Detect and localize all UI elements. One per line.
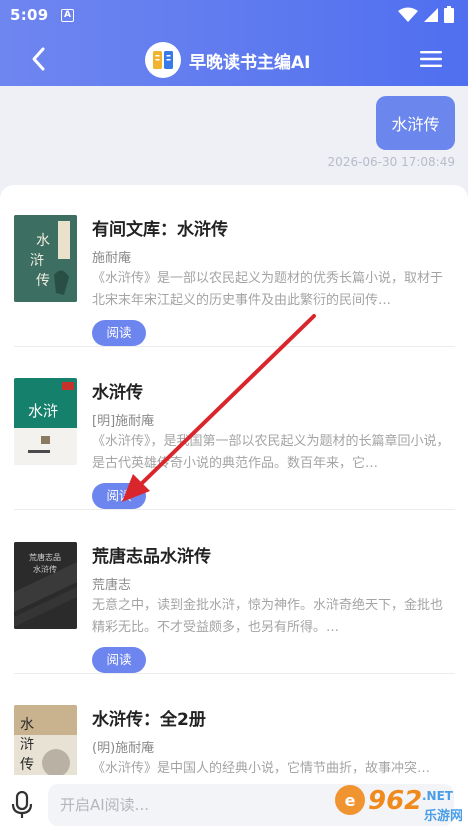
user-message-bubble: 水浒传: [376, 96, 455, 150]
svg-text:传: 传: [20, 757, 34, 773]
watermark-number: 962: [368, 786, 422, 816]
read-button[interactable]: 阅读: [92, 647, 146, 673]
book-cover-image[interactable]: 水浒: [14, 378, 77, 465]
read-button[interactable]: 阅读: [92, 483, 146, 509]
app-logo-icon: [145, 42, 181, 78]
book-cover-image[interactable]: 水 浒 传: [14, 705, 77, 785]
wifi-icon: [398, 7, 418, 22]
notification-a-icon: A: [61, 9, 74, 22]
book-author: 施耐庵: [92, 251, 132, 266]
book-title[interactable]: 水浒传: [92, 378, 143, 403]
header-bar: 5:09 A 早晚读书主编AI: [0, 0, 468, 86]
results-card: 水 浒 传 有间文库：水浒传 施耐庵 《水浒传》是一部以农民起义为题材的优秀长篇…: [0, 185, 468, 785]
signal-icon: [424, 7, 438, 22]
svg-text:水: 水: [20, 717, 34, 733]
read-button[interactable]: 阅读: [92, 320, 146, 346]
watermark-suffix: .NET: [422, 789, 454, 803]
nav-row: 早晚读书主编AI: [0, 36, 468, 84]
status-time: 5:09: [10, 6, 49, 24]
book-title[interactable]: 有间文库：水浒传: [92, 215, 228, 240]
status-icons: [398, 6, 454, 23]
status-bar: 5:09 A: [0, 0, 468, 32]
svg-text:e: e: [345, 791, 356, 810]
book-description: 《水浒传》是一部以农民起义为题材的优秀长篇小说，取材于北宋末年宋江起义的历史事件…: [92, 271, 444, 308]
svg-text:浒: 浒: [20, 737, 34, 753]
book-cover-image[interactable]: 水 浒 传: [14, 215, 77, 302]
book-title[interactable]: 荒唐志品水浒传: [92, 542, 211, 567]
book-author: 荒唐志: [92, 578, 132, 593]
book-author: (明)施耐庵: [92, 741, 155, 756]
chat-area: 水浒传 2026-06-30 17:08:49: [0, 86, 468, 186]
book-author: [明]施耐庵: [92, 414, 155, 429]
page-title: 早晚读书主编AI: [189, 52, 311, 73]
battery-icon: [444, 6, 454, 23]
svg-text:传: 传: [36, 273, 50, 289]
back-arrow-icon[interactable]: [26, 46, 52, 72]
book-title[interactable]: 水浒传：全2册: [92, 705, 206, 730]
svg-text:浒: 浒: [30, 253, 44, 269]
message-timestamp: 2026-06-30 17:08:49: [327, 155, 455, 169]
book-description: 《水浒传》，是我国第一部以农民起义为题材的长篇章回小说，是古代英雄传奇小说的典范…: [92, 434, 450, 471]
hamburger-menu-icon[interactable]: [420, 50, 442, 68]
list-item[interactable]: 水 浒 传 水浒传：全2册 (明)施耐庵 《水浒传》是中国人的经典小说，它情节曲…: [14, 675, 455, 785]
list-item[interactable]: 荒唐志品 水浒传 荒唐志品水浒传 荒唐志 无意之中，读到金批水浒，惊为神作。水浒…: [14, 512, 455, 674]
svg-text:水浒: 水浒: [28, 402, 58, 420]
site-watermark-logo: e 962 .NET 乐游网: [335, 785, 462, 824]
svg-text:水: 水: [36, 233, 50, 249]
book-cover-image[interactable]: 荒唐志品 水浒传: [14, 542, 77, 629]
watermark-subtitle: 乐游网: [424, 808, 462, 824]
svg-text:水浒传: 水浒传: [33, 564, 57, 574]
list-item[interactable]: 水浒 水浒传 [明]施耐庵 《水浒传》，是我国第一部以农民起义为题材的长篇章回小…: [14, 348, 455, 510]
book-description: 无意之中，读到金批水浒，惊为神作。水浒奇绝天下，金批也精彩无比。不才受益颇多，也…: [92, 598, 444, 635]
list-item[interactable]: 水 浒 传 有间文库：水浒传 施耐庵 《水浒传》是一部以农民起义为题材的优秀长篇…: [14, 185, 455, 347]
microphone-icon[interactable]: [11, 791, 33, 819]
title-group: 早晚读书主编AI: [145, 40, 310, 80]
svg-text:荒唐志品: 荒唐志品: [29, 552, 61, 562]
